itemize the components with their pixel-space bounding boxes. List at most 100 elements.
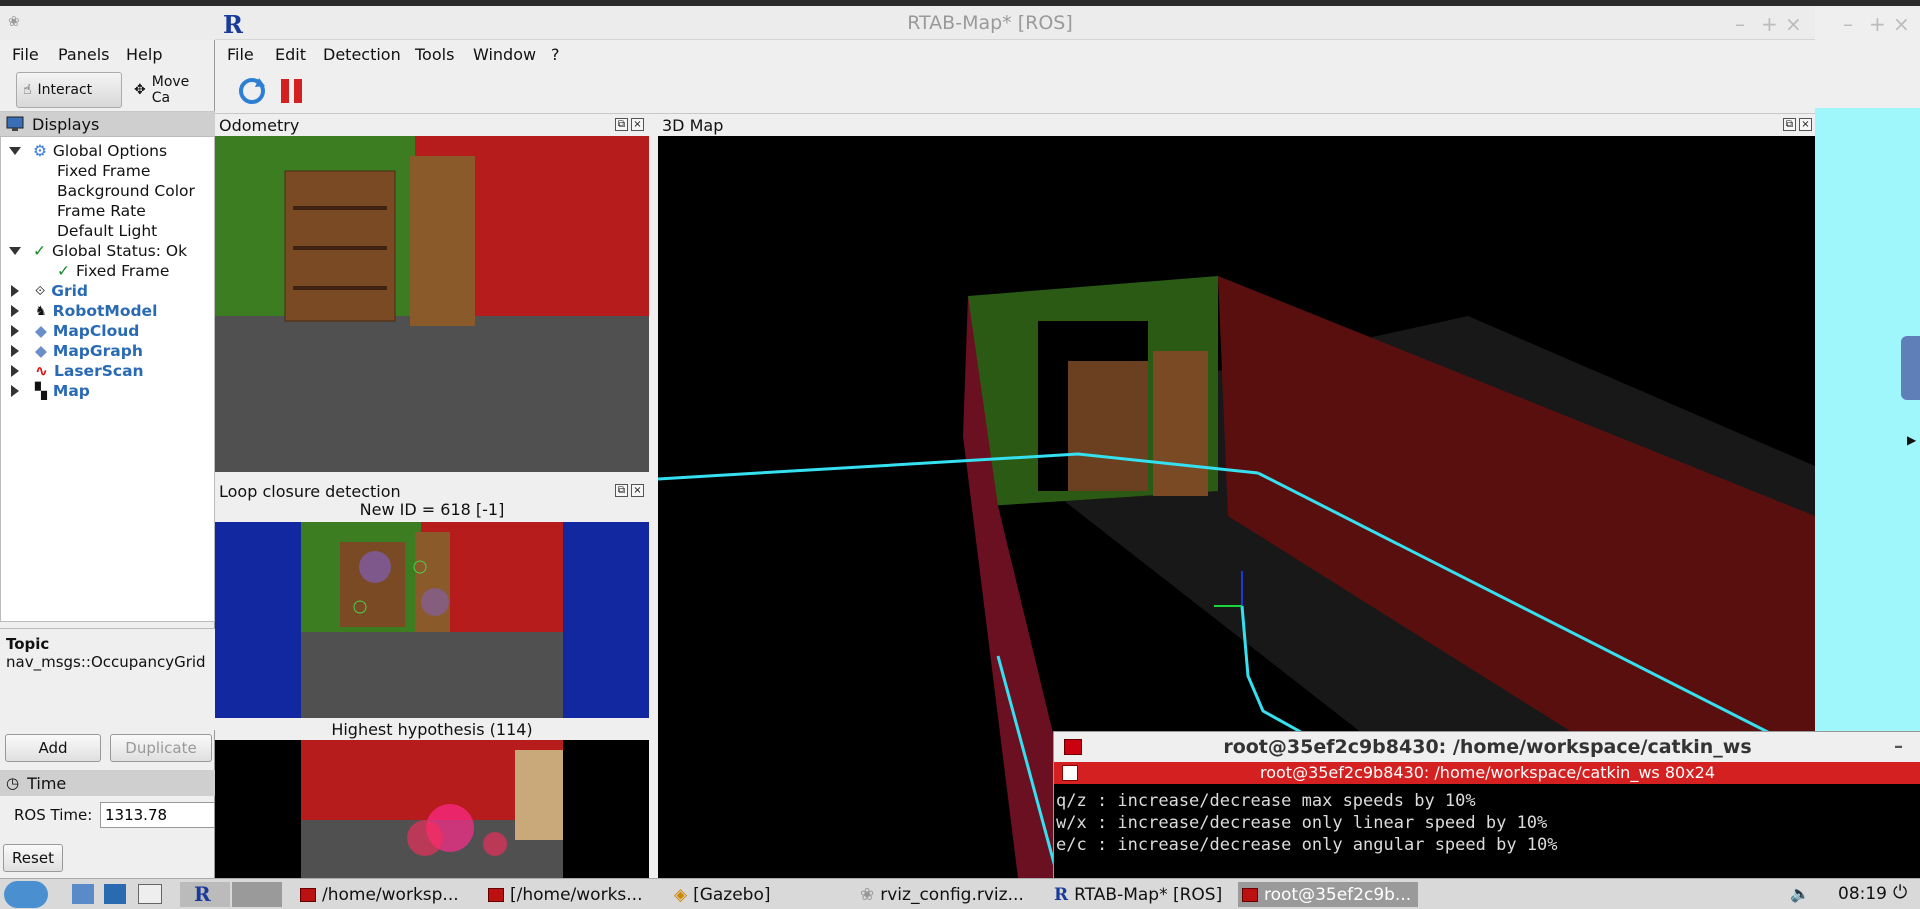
expand-arrow-icon[interactable] (11, 305, 19, 317)
task-item-terminal1[interactable]: /home/worksp... (296, 882, 476, 907)
expand-arrow-icon[interactable] (11, 345, 19, 357)
tree-item-mapcloud[interactable]: ◆ MapCloud (11, 321, 139, 341)
menu-window[interactable]: Window (473, 45, 536, 64)
chevron-right-icon[interactable]: ▶ (1907, 433, 1916, 447)
terminal-output[interactable]: q/z : increase/decrease max speeds by 10… (1054, 784, 1920, 879)
task-item-rtabmap[interactable]: R RTAB-Map* [ROS] (1050, 882, 1232, 907)
expand-arrow-icon[interactable] (11, 325, 19, 337)
new-camera-image (215, 522, 649, 718)
pause-icon[interactable] (277, 76, 307, 106)
time-panel-header: ◷ Time (0, 770, 215, 796)
tree-item-fixed-frame[interactable]: Fixed Frame (57, 161, 150, 181)
close-icon[interactable]: × (1785, 12, 1802, 36)
side-panel: ▶ (1815, 108, 1920, 733)
clock[interactable]: 08:19 (1838, 884, 1887, 904)
close-icon[interactable]: × (1799, 118, 1812, 131)
tree-item-global-status[interactable]: ✓ Global Status: Ok (9, 241, 187, 261)
workspace-switcher[interactable] (232, 882, 282, 907)
expand-arrow-icon[interactable] (11, 385, 19, 397)
topic-value: nav_msgs::OccupancyGrid t (6, 653, 209, 671)
file-manager-icon[interactable] (72, 884, 94, 904)
rtabmap-title: RTAB-Map* [ROS] (907, 12, 1073, 34)
ros-time-label: ROS Time: (14, 806, 93, 824)
tree-item-background-color[interactable]: Background Color (57, 181, 195, 201)
terminal-line: w/x : increase/decrease only linear spee… (1056, 813, 1548, 833)
menu-panels[interactable]: Panels (58, 45, 110, 64)
check-icon: ✓ (33, 242, 46, 260)
rviz-window: ❀ File Panels Help ☝ Interact ✥ Move Ca … (0, 6, 215, 878)
task-item-gazebo[interactable]: ◈ [Gazebo] (670, 882, 820, 907)
menu-help[interactable]: Help (126, 45, 162, 64)
volume-icon[interactable]: 🔈 (1790, 884, 1810, 903)
desktop-icon[interactable] (138, 884, 162, 904)
check-icon: ✓ (57, 262, 70, 280)
task-item-rviz[interactable]: ❀ rviz_config.rviz... (856, 882, 1046, 907)
displays-tree[interactable]: ⚙ Global Options Fixed Frame Background … (0, 136, 215, 622)
loop-closure-dock-title[interactable]: Loop closure detection ⧉ × (215, 480, 649, 502)
expand-arrow-icon[interactable] (11, 285, 19, 297)
maximize-icon[interactable]: + (1761, 12, 1778, 36)
tree-item-status-fixed-frame[interactable]: ✓ Fixed Frame (57, 261, 169, 281)
tree-item-robotmodel[interactable]: ♞ RobotModel (11, 301, 157, 321)
maximize-icon[interactable]: + (1869, 12, 1886, 36)
menu-file[interactable]: File (227, 45, 254, 64)
close-icon[interactable]: × (631, 484, 644, 497)
add-button[interactable]: Add (5, 734, 101, 762)
minimize-icon[interactable]: – (1735, 12, 1745, 36)
close-icon[interactable]: × (1893, 12, 1910, 36)
tree-item-frame-rate[interactable]: Frame Rate (57, 201, 146, 221)
start-menu-icon[interactable] (4, 881, 48, 908)
tree-item-map[interactable]: ▚ Map (11, 381, 90, 401)
tree-item-global-options[interactable]: ⚙ Global Options (9, 141, 167, 161)
rtabmap-launcher-icon[interactable]: R (180, 882, 230, 907)
menu-detection[interactable]: Detection (323, 45, 401, 64)
menu-edit[interactable]: Edit (275, 45, 306, 64)
displays-title: Displays (32, 114, 100, 134)
minimize-icon[interactable]: – (1894, 732, 1903, 762)
rtabmap-icon: R (1054, 884, 1069, 905)
highest-hypothesis-label: Highest hypothesis (114) (331, 720, 533, 739)
terminal-tab[interactable]: root@35ef2c9b8430: /home/workspace/catki… (1054, 762, 1920, 784)
graph-diamond-icon: ◆ (35, 342, 47, 360)
ros-time-field[interactable] (100, 802, 215, 828)
move-camera-button[interactable]: ✥ Move Ca (128, 72, 218, 108)
tree-item-mapgraph[interactable]: ◆ MapGraph (11, 341, 143, 361)
refresh-icon[interactable] (237, 76, 267, 106)
3d-map-dock-title[interactable]: 3D Map ⧉ × (658, 114, 1815, 136)
time-title: Time (27, 773, 67, 793)
odometry-dock-title[interactable]: Odometry ⧉ × (215, 114, 649, 136)
task-item-root-terminal[interactable]: root@35ef2c9b... (1238, 882, 1418, 907)
rviz-titlebar[interactable]: ❀ (0, 6, 215, 40)
move-camera-label: Move Ca (151, 74, 190, 106)
tree-item-grid[interactable]: ⟐ Grid (11, 281, 88, 301)
duplicate-button[interactable]: Duplicate (110, 734, 212, 762)
ros-time-row: ROS Time: (0, 800, 215, 830)
power-icon[interactable]: ⏻ (1893, 882, 1907, 903)
new-image-view (215, 522, 649, 718)
menu-help[interactable]: ? (551, 45, 560, 64)
reset-button[interactable]: Reset (3, 844, 63, 872)
browser-icon[interactable] (104, 884, 126, 904)
rtabmap-titlebar[interactable]: R RTAB-Map* [ROS] – + × (215, 6, 1815, 40)
move-icon: ✥ (134, 82, 146, 98)
terminal-titlebar[interactable]: root@35ef2c9b8430: /home/workspace/catki… (1054, 732, 1920, 762)
expand-arrow-icon[interactable] (9, 147, 21, 155)
tree-item-laserscan[interactable]: ∿ LaserScan (11, 361, 144, 381)
interact-button[interactable]: ☝ Interact (16, 72, 122, 108)
tree-item-default-light[interactable]: Default Light (57, 221, 157, 241)
float-icon[interactable]: ⧉ (615, 118, 628, 131)
minimize-icon[interactable]: – (1843, 12, 1853, 36)
float-icon[interactable]: ⧉ (615, 484, 628, 497)
gear-icon: ⚙ (33, 142, 47, 160)
menu-tools[interactable]: Tools (415, 45, 454, 64)
expand-arrow-icon[interactable] (9, 247, 21, 255)
collapse-handle[interactable] (1901, 336, 1920, 400)
task-item-terminal2[interactable]: [/home/works... (484, 882, 664, 907)
interact-label: Interact (37, 82, 93, 98)
menu-file[interactable]: File (12, 45, 39, 64)
float-icon[interactable]: ⧉ (1783, 118, 1796, 131)
close-icon[interactable]: × (631, 118, 644, 131)
expand-arrow-icon[interactable] (11, 365, 19, 377)
terminal-window[interactable]: root@35ef2c9b8430: /home/workspace/catki… (1053, 731, 1920, 879)
rviz-menubar: File Panels Help (0, 40, 215, 68)
